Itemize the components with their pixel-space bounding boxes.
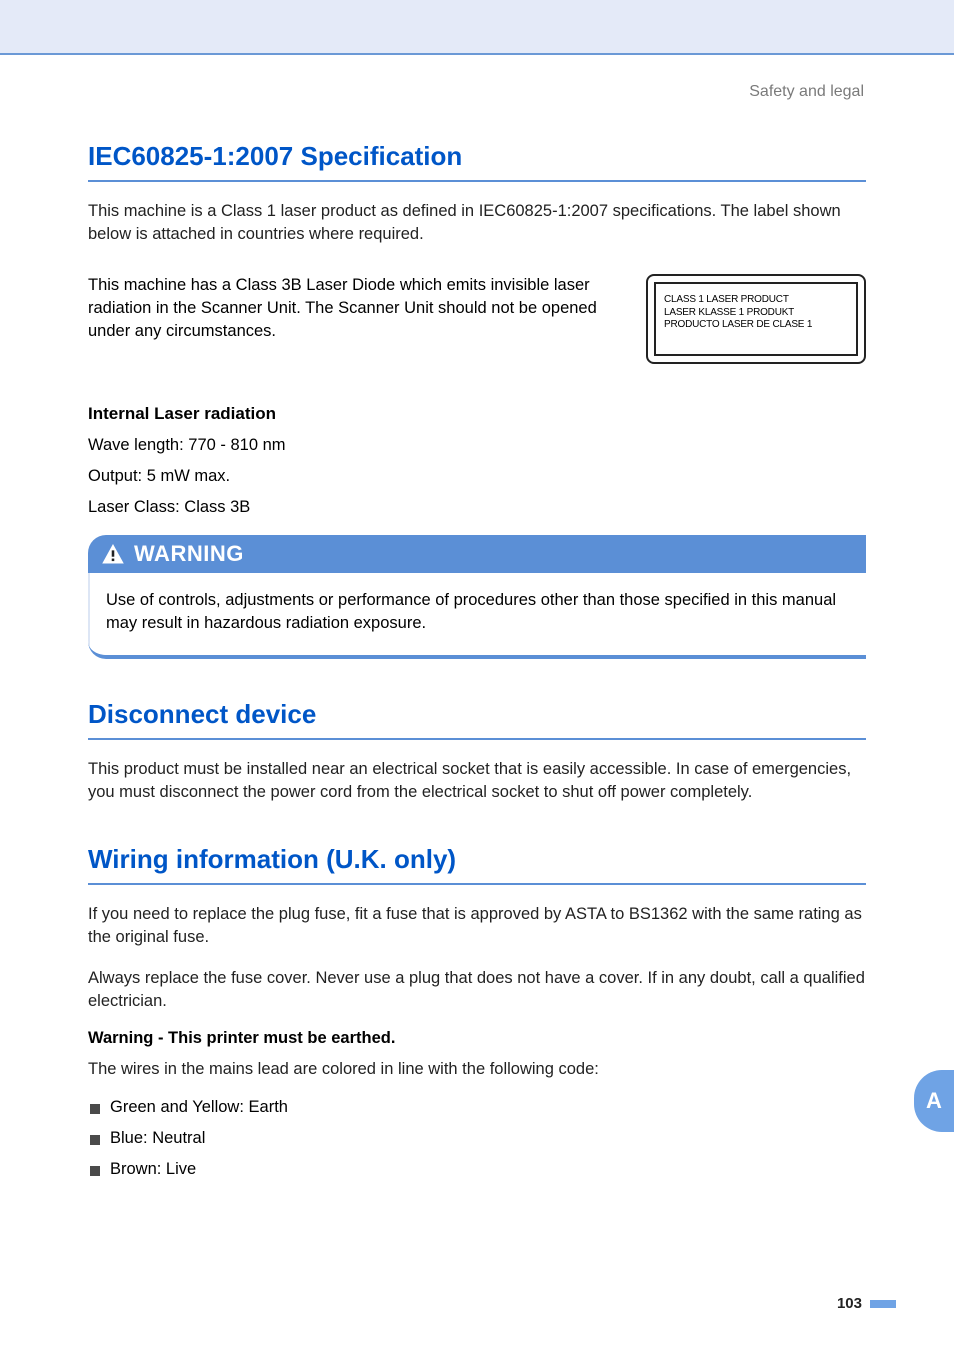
breadcrumb: Safety and legal <box>0 55 954 101</box>
label-line-2: LASER KLASSE 1 PRODUKT <box>664 307 848 320</box>
warning-triangle-icon <box>102 544 124 564</box>
label-line-3: PRODUCTO LASER DE CLASE 1 <box>664 319 848 332</box>
wiring-warning-bold: Warning - This printer must be earthed. <box>88 1029 866 1048</box>
heading-disconnect: Disconnect device <box>88 699 866 740</box>
iec-two-column: This machine has a Class 3B Laser Diode … <box>88 274 866 364</box>
heading-iec-spec: IEC60825-1:2007 Specification <box>88 141 866 182</box>
wire-color-list: Green and Yellow: Earth Blue: Neutral Br… <box>88 1092 866 1185</box>
page-number-value: 103 <box>837 1295 862 1312</box>
warning-block: WARNING Use of controls, adjustments or … <box>88 535 866 659</box>
laser-label-inner: CLASS 1 LASER PRODUCT LASER KLASSE 1 PRO… <box>654 282 858 356</box>
heading-wiring: Wiring information (U.K. only) <box>88 844 866 885</box>
wiring-p2: Always replace the fuse cover. Never use… <box>88 967 866 1013</box>
warning-header: WARNING <box>88 535 866 573</box>
warning-body-text: Use of controls, adjustments or performa… <box>88 573 866 655</box>
top-banner <box>0 0 954 55</box>
list-item-live: Brown: Live <box>88 1154 866 1185</box>
iec-diode-text: This machine has a Class 3B Laser Diode … <box>88 274 624 343</box>
spec-output: Output: 5 mW max. <box>88 467 866 486</box>
page-content: IEC60825-1:2007 Specification This machi… <box>0 141 954 1185</box>
warning-title: WARNING <box>134 541 244 567</box>
list-item-neutral: Blue: Neutral <box>88 1123 866 1154</box>
iec-intro-text: This machine is a Class 1 laser product … <box>88 200 866 246</box>
laser-label-box: CLASS 1 LASER PRODUCT LASER KLASSE 1 PRO… <box>646 274 866 364</box>
spec-laser-class: Laser Class: Class 3B <box>88 498 866 517</box>
wiring-lead-text: The wires in the mains lead are colored … <box>88 1058 866 1081</box>
page-number: 103 <box>837 1295 896 1312</box>
list-item-earth: Green and Yellow: Earth <box>88 1092 866 1123</box>
page-number-bar <box>870 1300 896 1308</box>
spec-wave-length: Wave length: 770 - 810 nm <box>88 436 866 455</box>
disconnect-body-text: This product must be installed near an e… <box>88 758 866 804</box>
wiring-p1: If you need to replace the plug fuse, fi… <box>88 903 866 949</box>
label-line-1: CLASS 1 LASER PRODUCT <box>664 294 848 307</box>
heading-internal-laser: Internal Laser radiation <box>88 404 866 424</box>
